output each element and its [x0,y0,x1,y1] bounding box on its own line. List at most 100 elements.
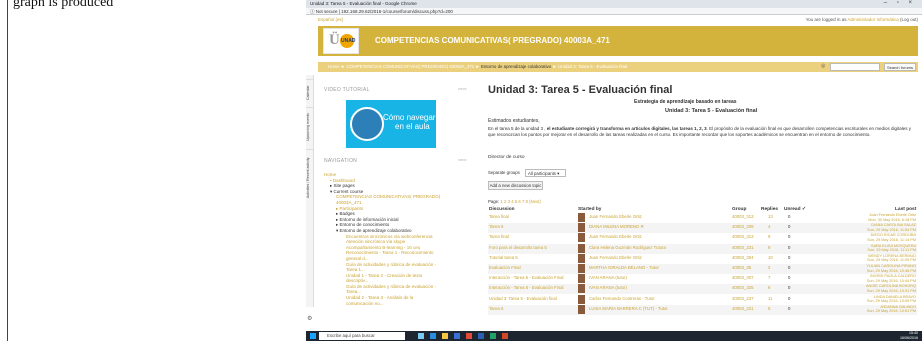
breadcrumb[interactable]: Home ► COMPETENCIAS COMUNICATIVAS( PREGR… [328,64,627,69]
discussion-title-link[interactable]: Unidad 3: Tarea 5 - Evaluación final [489,296,557,301]
pagination-links[interactable]: 1 2 3 4 5 6 7 8 (Next) [500,199,540,204]
table-row[interactable]: Tarea 5 DIANA MILENA MORENO R 40003_209 4 0 D… [488,223,917,234]
store-icon[interactable] [454,333,460,339]
window-controls[interactable]: – ▫ × [884,0,916,6]
avatar[interactable] [578,233,585,243]
edge-icon[interactable] [430,333,436,339]
windows-start-icon[interactable] [310,333,316,339]
dock-item-calendar[interactable]: Calendar [306,79,314,105]
table-row[interactable]: Tarea final Juan Fernando Eberle Ortiz 400… [488,213,917,223]
last-post-date[interactable]: Sun, 29 May 2016, 10:46 PM [866,269,916,274]
discussion-title-link[interactable]: Tarea 5 [489,224,503,229]
avatar[interactable] [578,284,585,294]
chrome-icon[interactable] [466,333,472,339]
discussion-author-link[interactable]: DIANA MILENA MORENO R [589,224,644,229]
discussion-last-post[interactable]: ANGIE CAROLINA BOHORQ Sun, 29 May 2016, 1… [866,284,916,293]
block-collapse-icon[interactable]: ▭▭ [458,157,467,163]
avatar[interactable] [578,304,585,314]
breadcrumb-path[interactable]: Home ► COMPETENCIAS COMUNICATIVAS( PREGR… [328,64,481,69]
table-row[interactable]: Foro para el desarrollo tarea 5 Clara Hel… [488,243,917,254]
avatar[interactable] [578,223,585,233]
column-started-by[interactable]: Started by [578,207,601,212]
nav-tree-item[interactable]: comunicación no... [324,301,474,307]
word-icon[interactable] [478,333,484,339]
logout-link[interactable]: (Log out) [899,17,918,22]
search-forums-button[interactable]: Search forums [884,63,916,71]
column-last-post[interactable]: Last post [895,207,916,212]
table-row[interactable]: Tarea final Juan Fernando Eberle Ortiz 400… [488,233,917,243]
discussion-last-post[interactable]: DIEGO RICAR CORDOBA Sun, 29 May 2016, 11:… [867,233,916,242]
last-post-date[interactable]: Sun, 29 May 2016, 10:51 PM [867,309,916,314]
address-bar[interactable]: ⓘ Not secure | 192.168.29.62/2016-1/cour… [306,8,922,15]
avatar[interactable] [578,213,585,222]
table-row[interactable]: Evaluación Final MARTHA GIRALDA BELANO - … [488,264,917,274]
discussion-author-link[interactable]: Juan Fernando Eberle Ortiz [589,255,642,260]
column-discussion[interactable]: Discussion [489,207,515,212]
breadcrumb-current[interactable]: Entorno de aprendizaje colaborativo [481,64,551,69]
discussion-last-post[interactable]: LINDA DANIELA BRAVO Sun, 29 May 2016, 10:… [867,295,916,304]
discussion-last-post[interactable]: SARA ELISA MOSQUERA Sun, 29 May 2016, 11:… [867,244,916,253]
discussion-author-link[interactable]: Juan Fernando Eberle Ortiz [589,214,642,219]
dock-item-upcoming[interactable]: Upcoming events [306,107,314,147]
column-group[interactable]: Group [732,207,746,212]
last-post-date[interactable]: Sun, 29 May 2016, 11:54 PM [867,228,916,233]
table-row[interactable]: Interacción - Tarea 5 - Evaluación Final… [488,274,917,284]
discussion-title-link[interactable]: Tarea final [489,234,509,239]
discussion-author-link[interactable]: Carlos Fernando Contreras - Tutor [589,296,655,301]
powerpoint-icon[interactable] [502,333,508,339]
last-post-date[interactable]: Sun, 29 May 2016, 10:44 PM [867,279,916,284]
discussion-title-link[interactable]: Foro para el desarrollo tarea 5 [489,245,547,250]
discussion-last-post[interactable]: INGRID PAOLA CALDERO Sun, 29 May 2016, 10… [867,274,916,283]
discussion-author-link[interactable]: IVAN ARANA (tutor) [589,275,627,280]
login-user-link[interactable]: Administrador Informática [847,17,898,22]
column-replies[interactable]: Replies [761,207,778,212]
discussion-last-post[interactable]: YULIAN CAROLINA PIRANO Sun, 29 May 2016, … [866,264,916,273]
discussion-title-link[interactable]: Tutorial tarea 5 [489,255,518,260]
settings-gear-icon[interactable]: ⚙ [307,315,312,322]
discussion-author-link[interactable]: MARTHA GIRALDA BELANO - Tutor [589,265,659,270]
browser-tab[interactable]: Unidad 3: Tarea 5 - Evaluación final - G… [310,1,417,6]
discussion-title-link[interactable]: Evaluación Final [489,265,521,270]
discussion-title-link[interactable]: Tarea 5 [489,306,503,311]
discussion-last-post[interactable]: JHOANNA GALINDO Sun, 29 May 2016, 10:51 P… [867,305,916,314]
discussion-author-link[interactable]: IVAN ARANA (tutor) [589,285,627,290]
avatar[interactable] [578,294,585,304]
discussion-title-link[interactable]: Interacción - Tarea 5 - Evaluación Final [489,275,563,280]
last-post-author[interactable]: YULIAN CAROLINA PIRANO [866,264,916,269]
breadcrumb-tail[interactable]: ► Unidad 3: Tarea 5 - Evaluación final [551,64,628,69]
video-tutorial-thumbnail[interactable]: Cómo navegar en el aula [346,100,436,148]
column-unread[interactable]: Unread ✓ [784,207,806,212]
taskbar-search-input[interactable]: Escribe aquí para buscar [319,332,405,340]
discussion-title-link[interactable]: Tarea final [489,214,509,219]
folder-icon[interactable] [442,333,448,339]
dock-item-activities[interactable]: Activities / Recent activity [306,149,314,205]
discussion-last-post[interactable]: WENDY LORENA BERMUD Sun, 29 May 2016, 11:… [867,254,916,263]
discussion-author-link[interactable]: LUISA MARIA BARRERA C (TUT) - Tutor [589,306,668,311]
discussion-last-post[interactable]: DIANA CAROLINA SALAZ Sun, 29 May 2016, 11… [867,223,916,232]
avatar[interactable] [578,274,585,284]
language-selector[interactable]: Español (es) [318,17,343,22]
discussion-title-link[interactable]: Interacción - Tarea 5 - Evaluación Final [489,285,563,290]
last-post-date[interactable]: Sun, 29 May 2016, 11:09 PM [867,258,916,263]
last-post-date[interactable]: Sun, 29 May 2016, 11:11 PM [867,248,916,253]
table-row[interactable]: Tarea 5 LUISA MARIA BARRERA C (TUT) - Tut… [488,304,917,315]
avatar[interactable] [578,253,585,263]
block-collapse-icon[interactable]: ▭▭ [458,86,467,92]
help-circle-icon[interactable]: ◎ [821,63,825,69]
table-row[interactable]: Tutorial tarea 5 Juan Fernando Eberle Ort… [488,253,917,264]
last-post-date[interactable]: Sun, 29 May 2016, 10:31 PM [866,289,916,294]
last-post-date[interactable]: Sun, 29 May 2016, 11:14 PM [867,238,916,243]
groups-select[interactable]: All participants ▾ [525,169,566,177]
add-discussion-button[interactable]: Add a new discussion topic [488,181,543,190]
discussion-author-link[interactable]: Juan Fernando Eberle Ortiz [589,234,642,239]
table-row[interactable]: Interacción - Tarea 5 - Evaluación Final… [488,284,917,295]
table-row[interactable]: Unidad 3: Tarea 5 - Evaluación final Carl… [488,294,917,305]
last-post-date[interactable]: Sun, 29 May 2016, 10:59 PM [867,299,916,304]
discussion-last-post[interactable]: Juan Fernando Eberle Ortiz Mon, 30 May 20… [868,213,916,222]
last-post-date[interactable]: Mon, 30 May 2016, 6:18 PM [868,218,916,223]
avatar[interactable] [578,264,585,273]
task-view-icon[interactable] [418,333,424,339]
system-clock[interactable]: 15:40 16/06/2016 [900,331,918,341]
forum-search-input[interactable] [830,63,880,71]
last-post-author[interactable]: Juan Fernando Eberle Ortiz [868,213,916,218]
